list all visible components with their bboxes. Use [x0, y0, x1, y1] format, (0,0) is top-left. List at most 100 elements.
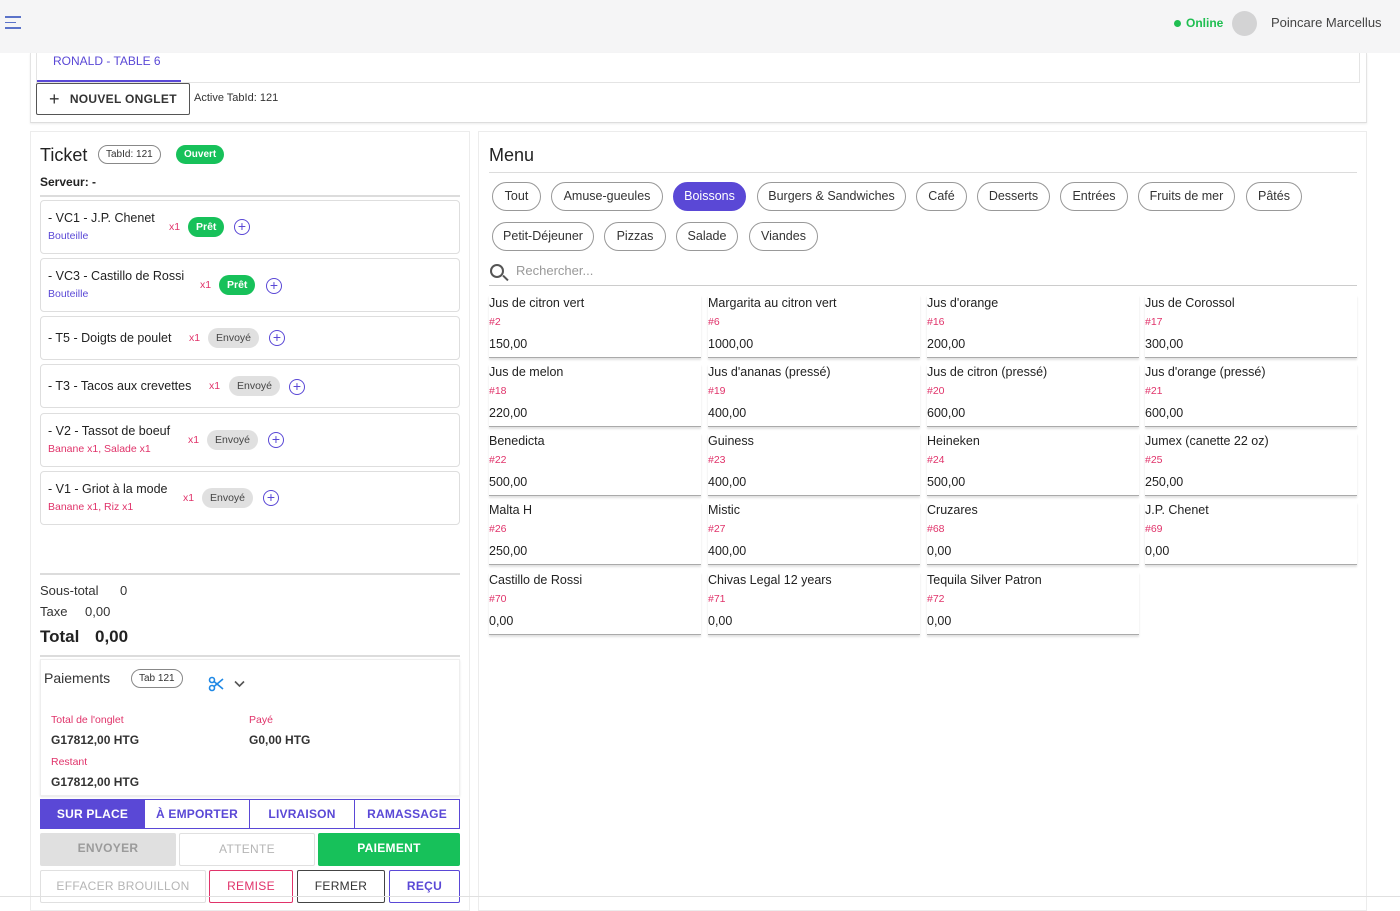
- pay-button[interactable]: PAIEMENT: [318, 833, 460, 866]
- category-chip[interactable]: Desserts: [977, 182, 1050, 211]
- category-chip[interactable]: Viandes: [749, 222, 818, 251]
- menu-item-card[interactable]: Jus d'orange #16 200,00: [927, 295, 1139, 358]
- menu-item-card[interactable]: Jus d'orange (pressé) #21 600,00: [1145, 364, 1357, 427]
- ticket-item[interactable]: - VC1 - J.P. Chenet Bouteille x1 Prêt +: [40, 200, 460, 254]
- menu-item-card[interactable]: Tequila Silver Patron #72 0,00: [927, 572, 1139, 635]
- scissors-icon[interactable]: [208, 676, 224, 692]
- subtotal-value: 0: [120, 583, 128, 598]
- menu-item-price: 400,00: [708, 544, 747, 558]
- menu-item-code: #24: [927, 454, 945, 466]
- receipt-button[interactable]: REÇU: [389, 870, 460, 903]
- menu-item-card[interactable]: Heineken #24 500,00: [927, 433, 1139, 496]
- menu-item-card[interactable]: Jus de melon #18 220,00: [489, 364, 701, 427]
- menu-item-card[interactable]: Guiness #23 400,00: [708, 433, 920, 496]
- menu-item-card[interactable]: Jus de Corossol #17 300,00: [1145, 295, 1357, 358]
- add-circle-icon[interactable]: +: [263, 490, 279, 506]
- hamburger-menu-icon[interactable]: [5, 16, 21, 30]
- order-type-a-emporter[interactable]: À EMPORTER: [144, 799, 250, 829]
- send-button[interactable]: ENVOYER: [40, 833, 176, 866]
- ticket-item-qty: x1: [189, 332, 201, 344]
- menu-item-price: 200,00: [927, 337, 966, 351]
- menu-item-code: #18: [489, 385, 507, 397]
- ticket-item-name: - VC3 - Castillo de Rossi: [48, 269, 185, 283]
- close-button[interactable]: FERMER: [297, 870, 385, 903]
- menu-item-card[interactable]: Jumex (canette 22 oz) #25 250,00: [1145, 433, 1357, 496]
- menu-item-card[interactable]: Jus de citron vert #2 150,00: [489, 295, 701, 358]
- menu-item-card[interactable]: Castillo de Rossi #70 0,00: [489, 572, 701, 635]
- menu-item-card[interactable]: J.P. Chenet #69 0,00: [1145, 502, 1357, 565]
- menu-item-card[interactable]: Chivas Legal 12 years #71 0,00: [708, 572, 920, 635]
- remaining-value: G17812,00 HTG: [51, 775, 140, 789]
- category-chip[interactable]: Fruits de mer: [1138, 182, 1235, 211]
- ticket-item-qty: x1: [183, 492, 195, 504]
- menu-item-card[interactable]: Malta H #26 250,00: [489, 502, 701, 565]
- order-type-livraison[interactable]: LIVRAISON: [249, 799, 355, 829]
- menu-item-price: 600,00: [927, 406, 966, 420]
- menu-item-card[interactable]: Margarita au citron vert #6 1000,00: [708, 295, 920, 358]
- category-chip[interactable]: Boissons: [673, 182, 746, 211]
- chevron-down-icon[interactable]: [234, 680, 245, 688]
- ticket-item-qty: x1: [188, 434, 200, 446]
- menu-item-card[interactable]: Benedicta #22 500,00: [489, 433, 701, 496]
- ticket-item-status-badge: Envoyé: [207, 430, 259, 450]
- add-circle-icon[interactable]: +: [234, 219, 250, 235]
- category-chip[interactable]: Entrées: [1060, 182, 1128, 211]
- ticket-item[interactable]: - T5 - Doigts de poulet x1 Envoyé +: [40, 316, 460, 360]
- menu-item-code: #21: [1145, 385, 1163, 397]
- hold-button[interactable]: ATTENTE: [179, 833, 315, 866]
- menu-item-card[interactable]: Cruzares #68 0,00: [927, 502, 1139, 565]
- ticket-item[interactable]: - V2 - Tassot de boeuf Banane x1, Salade…: [40, 413, 460, 467]
- menu-item-name: Jus de citron vert: [489, 296, 585, 310]
- menu-item-price: 0,00: [708, 614, 733, 628]
- clear-draft-button[interactable]: EFFACER BROUILLON: [40, 870, 206, 903]
- user-name[interactable]: Poincare Marcellus: [1271, 15, 1382, 30]
- menu-item-name: Margarita au citron vert: [708, 296, 837, 310]
- total-label: Total: [40, 627, 80, 646]
- tab-ronald-table-6[interactable]: RONALD - TABLE 6: [37, 53, 181, 82]
- menu-item-card[interactable]: Jus d'ananas (pressé) #19 400,00: [708, 364, 920, 427]
- menu-item-card[interactable]: Jus de citron (pressé) #20 600,00: [927, 364, 1139, 427]
- category-chip[interactable]: Pizzas: [604, 222, 666, 251]
- menu-item-name: J.P. Chenet: [1145, 503, 1209, 517]
- menu-item-price: 250,00: [489, 544, 528, 558]
- ticket-item[interactable]: - VC3 - Castillo de Rossi Bouteille x1 P…: [40, 258, 460, 312]
- ticket-item-name: - T3 - Tacos aux crevettes: [48, 379, 192, 393]
- menu-item-code: #72: [927, 593, 945, 605]
- category-chip[interactable]: Amuse-gueules: [551, 182, 663, 211]
- ticket-item[interactable]: - T3 - Tacos aux crevettes x1 Envoyé +: [40, 364, 460, 408]
- category-chip[interactable]: Burgers & Sandwiches: [757, 182, 906, 211]
- ticket-item[interactable]: - V1 - Griot à la mode Banane x1, Riz x1…: [40, 471, 460, 525]
- add-circle-icon[interactable]: +: [269, 330, 285, 346]
- total-value: 0,00: [95, 627, 129, 646]
- menu-item-price: 500,00: [927, 475, 966, 489]
- menu-item-card[interactable]: Mistic #27 400,00: [708, 502, 920, 565]
- menu-item-name: Malta H: [489, 503, 533, 517]
- new-tab-button[interactable]: + NOUVEL ONGLET: [36, 83, 190, 115]
- status-text: Online: [1186, 16, 1224, 30]
- menu-item-code: #6: [708, 316, 720, 328]
- add-circle-icon[interactable]: +: [266, 278, 282, 294]
- payments-tab-chip[interactable]: Tab 121: [131, 669, 183, 688]
- avatar[interactable]: [1232, 11, 1257, 36]
- add-circle-icon[interactable]: +: [268, 432, 284, 448]
- category-chip[interactable]: Pâtés: [1246, 182, 1302, 211]
- search-input[interactable]: [516, 263, 1316, 278]
- divider: [40, 655, 460, 657]
- paid-value: G0,00 HTG: [249, 733, 311, 747]
- category-chip[interactable]: Café: [916, 182, 967, 211]
- menu-item-name: Mistic: [708, 503, 740, 517]
- category-chip[interactable]: Salade: [676, 222, 738, 251]
- menu-item-code: #27: [708, 523, 726, 535]
- order-type-ramassage[interactable]: RAMASSAGE: [354, 799, 460, 829]
- category-chip[interactable]: Tout: [492, 182, 541, 211]
- menu-item-code: #22: [489, 454, 507, 466]
- discount-button[interactable]: REMISE: [209, 870, 293, 903]
- menu-item-name: Benedicta: [489, 434, 545, 448]
- category-chip[interactable]: Petit-Déjeuner: [492, 222, 594, 251]
- menu-item-price: 250,00: [1145, 475, 1184, 489]
- add-circle-icon[interactable]: +: [289, 379, 305, 395]
- order-type-sur-place[interactable]: SUR PLACE: [40, 799, 145, 829]
- ticket-item-modifiers: Bouteille: [48, 288, 89, 300]
- menu-item-price: 400,00: [708, 475, 747, 489]
- ticket-item-name: - V2 - Tassot de boeuf: [48, 424, 171, 438]
